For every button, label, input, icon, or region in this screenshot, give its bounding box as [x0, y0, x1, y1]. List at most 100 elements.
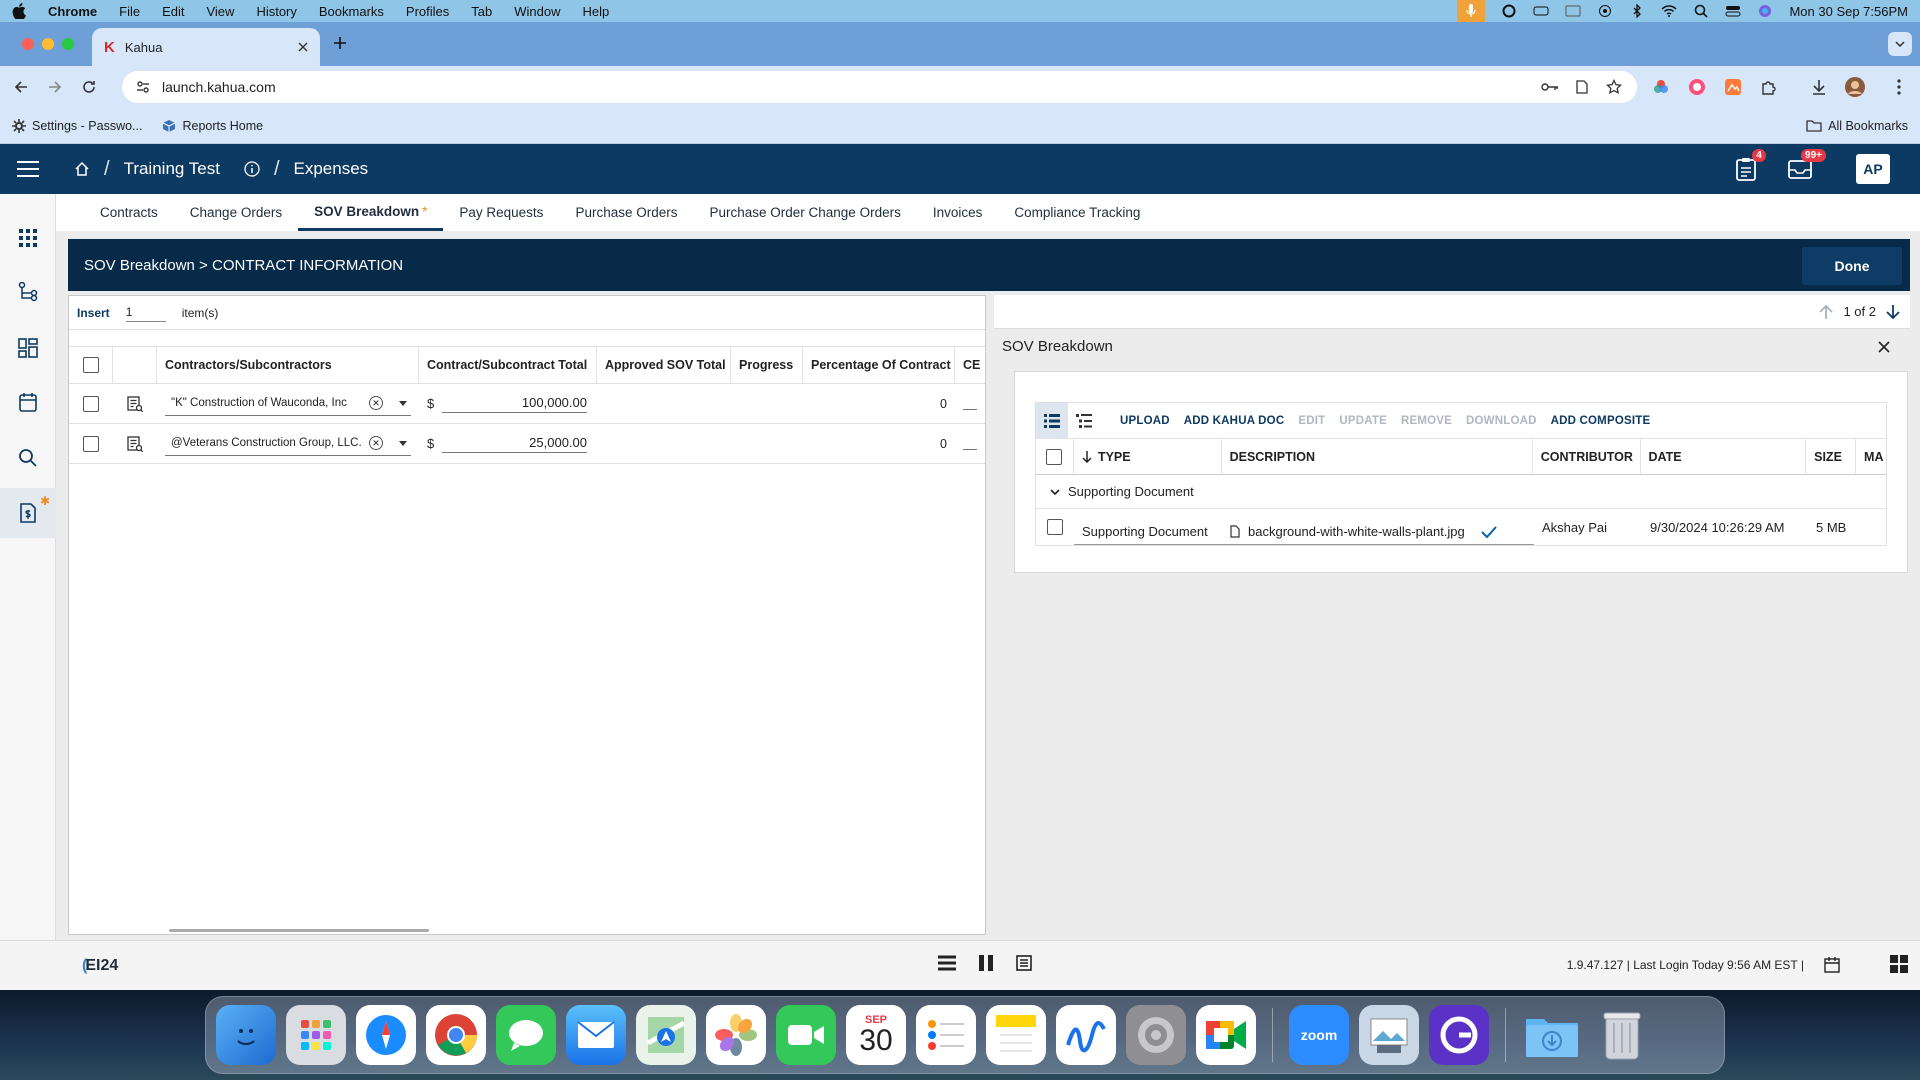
screenshot-extension-icon[interactable] [1722, 76, 1744, 98]
zoom-window-button[interactable] [62, 38, 74, 50]
minimize-window-button[interactable] [42, 38, 54, 50]
menubar-clock[interactable]: Mon 30 Sep 7:56PM [1789, 4, 1908, 19]
download-icon[interactable] [1808, 76, 1830, 98]
tab-sov-breakdown[interactable]: SOV Breakdown * [298, 194, 444, 231]
all-bookmarks[interactable]: All Bookmarks [1806, 119, 1908, 133]
site-info-icon[interactable] [136, 80, 150, 94]
browser-tab-kahua[interactable]: K Kahua [92, 28, 320, 66]
messages-icon[interactable] [496, 1005, 556, 1065]
insert-count-input[interactable]: 1 [125, 303, 166, 322]
menu-file[interactable]: File [119, 4, 140, 19]
calendar-icon[interactable] [14, 388, 42, 416]
launchpad-icon[interactable] [286, 1005, 346, 1065]
expenses-module-icon[interactable]: ✱ [0, 488, 56, 538]
horizontal-scrollbar[interactable] [169, 929, 429, 932]
bluetooth-icon[interactable] [1629, 3, 1645, 19]
breadcrumb-project[interactable]: Training Test [124, 159, 220, 179]
back-icon[interactable] [10, 76, 32, 98]
zoom-icon[interactable]: zoom [1289, 1005, 1349, 1065]
menu-profiles[interactable]: Profiles [406, 4, 449, 19]
contractor-combobox[interactable]: "K" Construction of Wauconda, Inc ✕ [165, 392, 411, 416]
calendar-app-icon[interactable]: SEP 30 [846, 1005, 906, 1065]
siri-icon[interactable] [1757, 3, 1773, 19]
ce-field[interactable] [963, 398, 977, 410]
column-header[interactable]: Contractors/Subcontractors [157, 347, 419, 383]
layout-form-icon[interactable] [1016, 955, 1032, 971]
contractor-combobox[interactable]: @Veterans Construction Group, LLC. ✕ [165, 432, 411, 456]
bookmark-star-icon[interactable] [1605, 78, 1623, 96]
display-icon[interactable] [1565, 3, 1581, 19]
clear-selection-icon[interactable]: ✕ [369, 396, 383, 410]
contributor-column-header[interactable]: CONTRIBUTOR [1533, 439, 1641, 474]
address-bar[interactable]: launch.kahua.com [122, 71, 1637, 103]
previous-record-icon[interactable] [1819, 304, 1834, 320]
update-button[interactable]: UPDATE [1339, 415, 1387, 427]
profile-avatar-icon[interactable] [1844, 76, 1866, 98]
date-column-header[interactable]: DATE [1641, 439, 1807, 474]
user-avatar[interactable]: AP [1856, 154, 1890, 184]
breadcrumb-module[interactable]: Expenses [294, 159, 369, 179]
chrome-icon[interactable] [426, 1005, 486, 1065]
maps-icon[interactable] [636, 1005, 696, 1065]
size-column-header[interactable]: SIZE [1806, 439, 1857, 474]
upload-button[interactable]: UPLOAD [1120, 415, 1170, 427]
forward-icon[interactable] [44, 76, 66, 98]
layout-columns-icon[interactable] [978, 955, 994, 971]
safari-icon[interactable] [356, 1005, 416, 1065]
tab-invoices[interactable]: Invoices [917, 194, 999, 231]
dashboard-icon[interactable] [14, 334, 42, 362]
system-settings-icon[interactable] [1126, 1005, 1186, 1065]
tab-purchase-orders[interactable]: Purchase Orders [559, 194, 693, 231]
photos-icon[interactable] [706, 1005, 766, 1065]
password-key-icon[interactable] [1541, 78, 1559, 96]
new-tab-button[interactable] [333, 36, 347, 50]
grammarly-icon[interactable] [1501, 3, 1517, 19]
apps-grid-icon[interactable] [14, 224, 42, 252]
downloads-folder-icon[interactable] [1522, 1005, 1582, 1065]
column-header[interactable]: Percentage Of Contract [803, 347, 955, 383]
spotlight-icon[interactable] [1693, 3, 1709, 19]
row-checkbox[interactable] [83, 435, 99, 452]
menu-tab[interactable]: Tab [471, 4, 492, 19]
messages-inbox-icon[interactable]: 99+ [1786, 149, 1826, 183]
column-header[interactable]: CE [955, 347, 985, 383]
reminders-icon[interactable] [916, 1005, 976, 1065]
notes-icon[interactable] [986, 1005, 1046, 1065]
apple-icon[interactable] [12, 3, 30, 19]
menu-help[interactable]: Help [583, 4, 610, 19]
tab-contracts[interactable]: Contracts [84, 194, 174, 231]
home-icon[interactable] [74, 161, 90, 177]
document-row[interactable]: Supporting Document background-with-whit… [1036, 509, 1886, 545]
markup-column-header[interactable]: MA [1856, 439, 1886, 474]
tab-change-orders[interactable]: Change Orders [174, 194, 298, 231]
column-header[interactable]: Approved SOV Total [597, 347, 731, 383]
chevron-down-icon[interactable] [399, 400, 407, 406]
menu-app-name[interactable]: Chrome [48, 4, 97, 19]
google-meet-icon[interactable] [1196, 1005, 1256, 1065]
download-button[interactable]: DOWNLOAD [1466, 415, 1537, 427]
select-all-checkbox[interactable] [82, 357, 99, 373]
mail-icon[interactable] [566, 1005, 626, 1065]
add-composite-button[interactable]: ADD COMPOSITE [1551, 415, 1651, 427]
insert-button[interactable]: Insert [77, 306, 110, 320]
row-checkbox[interactable] [83, 395, 99, 412]
record-extension-icon[interactable] [1686, 76, 1708, 98]
row-details-icon[interactable] [127, 435, 143, 452]
color-extension-icon[interactable] [1650, 76, 1672, 98]
column-header[interactable]: Contract/Subcontract Total [419, 347, 597, 383]
ce-field[interactable] [963, 438, 977, 450]
hierarchy-icon[interactable] [14, 278, 42, 306]
extensions-puzzle-icon[interactable] [1758, 76, 1780, 98]
tab-search-button[interactable] [1888, 32, 1912, 56]
tab-pay-requests[interactable]: Pay Requests [443, 194, 559, 231]
bookmark-settings[interactable]: Settings - Passwo... [12, 118, 142, 133]
edit-button[interactable]: EDIT [1298, 415, 1325, 427]
menu-bookmarks[interactable]: Bookmarks [319, 4, 384, 19]
control-center-icon[interactable] [1725, 3, 1741, 19]
finder-icon[interactable] [216, 1005, 276, 1065]
page-info-icon[interactable] [1573, 78, 1591, 96]
extension-status-icon[interactable] [1533, 3, 1549, 19]
add-kahua-doc-button[interactable]: ADD KAHUA DOC [1184, 415, 1285, 427]
menu-window[interactable]: Window [514, 4, 560, 19]
chevron-down-icon[interactable] [399, 440, 407, 446]
